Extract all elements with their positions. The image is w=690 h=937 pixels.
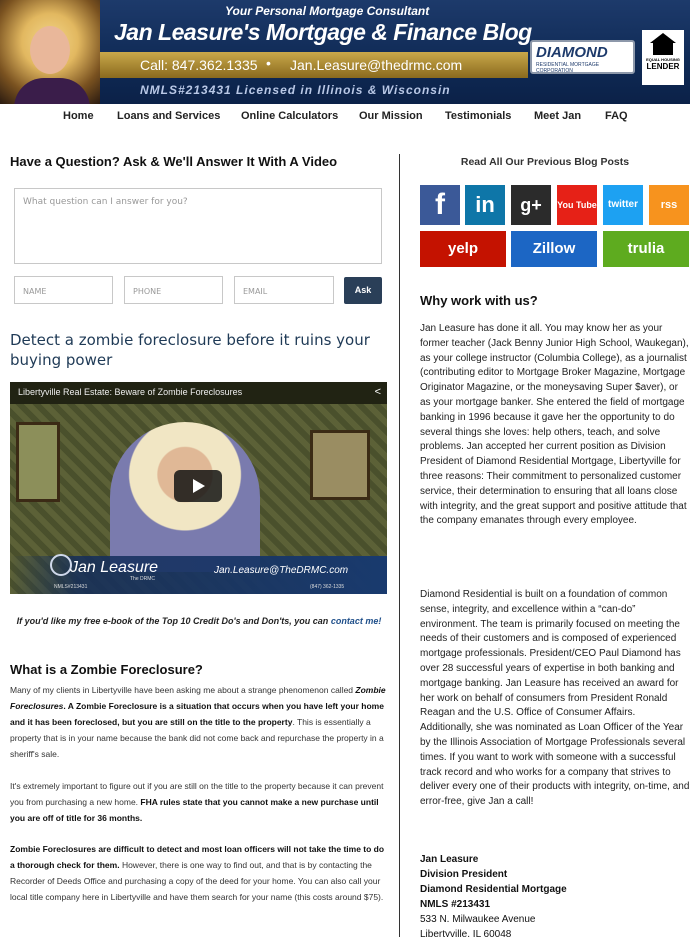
header-email[interactable]: Jan.Leasure@thedrmc.com [290, 57, 462, 73]
nav-testimonials[interactable]: Testimonials [445, 110, 511, 122]
nav-meet-jan[interactable]: Meet Jan [534, 110, 581, 122]
video-lower-email: Jan.Leasure@TheDRMC.com [214, 565, 349, 576]
trulia-icon[interactable]: trulia [603, 231, 689, 267]
why-heading: Why work with us? [420, 293, 538, 308]
section-heading: What is a Zombie Foreclosure? [10, 662, 203, 677]
equal-housing-line2: LENDER [646, 62, 680, 71]
paragraph-3: Zombie Foreclosures are difficult to det… [10, 841, 388, 905]
video-player[interactable]: Libertyville Real Estate: Beware of Zomb… [10, 382, 387, 594]
phone-field[interactable]: PHONE [124, 276, 223, 304]
play-button-icon[interactable] [174, 470, 222, 502]
column-divider [399, 154, 400, 937]
ebook-offer: If you'd like my free e-book of the Top … [10, 614, 388, 629]
nav-faq[interactable]: FAQ [605, 110, 628, 122]
video-wall-frame-right [310, 430, 370, 500]
paragraph-1: Many of my clients in Libertyville have … [10, 682, 388, 762]
main-nav: Home Loans and Services Online Calculato… [0, 104, 690, 132]
zillow-icon[interactable]: Zillow [511, 231, 597, 267]
header-nmls: NMLS#213431 Licensed in Illinois & Wisco… [140, 83, 451, 97]
photo-face [30, 26, 70, 74]
ebook-text: If you'd like my free e-book of the Top … [16, 616, 331, 626]
p1-text-a: Many of my clients in Libertyville have … [10, 685, 356, 695]
linkedin-icon[interactable]: in [465, 185, 505, 225]
header-title: Jan Leasure's Mortgage & Finance Blog [114, 19, 532, 45]
signature-name: Jan Leasure [420, 854, 479, 865]
equal-housing-logo: EQUAL HOUSING LENDER [642, 30, 684, 85]
googleplus-icon[interactable]: g+ [511, 185, 551, 225]
video-lower-phone: (847) 362-1335 [310, 584, 345, 590]
post-title[interactable]: Detect a zombie foreclosure before it ru… [10, 330, 390, 370]
contact-me-link[interactable]: contact me! [331, 616, 382, 626]
question-textarea[interactable]: What question can I answer for you? [14, 188, 382, 264]
twitter-icon[interactable]: twitter [603, 185, 643, 225]
video-lower-nmls: NMLS#213431 [54, 584, 88, 590]
signature-nmls: NMLS #213431 [420, 899, 491, 910]
signature-address-2: Libertyville, IL 60048 [420, 929, 512, 937]
facebook-icon[interactable]: f [420, 185, 460, 225]
nav-home[interactable]: Home [63, 110, 94, 122]
diamond-logo: DIAMOND RESIDENTIAL MORTGAGE CORPORATION [530, 40, 635, 74]
photo-body [14, 78, 90, 104]
header-banner: Your Personal Mortgage Consultant Jan Le… [0, 0, 690, 104]
nav-online-calculators[interactable]: Online Calculators [241, 110, 338, 122]
rss-icon[interactable]: rss [649, 185, 689, 225]
ask-button[interactable]: Ask [344, 277, 382, 304]
name-field[interactable]: NAME [14, 276, 113, 304]
diamond-logo-sub: RESIDENTIAL MORTGAGE CORPORATION [536, 62, 600, 74]
youtube-icon[interactable]: You Tube [557, 185, 597, 225]
paragraph-2: It's extremely important to figure out i… [10, 778, 388, 826]
nav-our-mission[interactable]: Our Mission [359, 110, 423, 122]
video-lower-sub: The DRMC [130, 576, 156, 582]
ask-heading: Have a Question? Ask & We'll Answer It W… [10, 154, 338, 169]
signature-title: Division President [420, 869, 508, 880]
why-paragraph-2: Diamond Residential is built on a founda… [420, 589, 690, 808]
diamond-logo-text: DIAMOND [536, 44, 608, 61]
header-photo [0, 0, 100, 104]
header-phone[interactable]: Call: 847.362.1335 [140, 57, 258, 73]
email-field[interactable]: EMAIL [234, 276, 334, 304]
nav-loans-and-services[interactable]: Loans and Services [117, 110, 220, 122]
video-title[interactable]: Libertyville Real Estate: Beware of Zomb… [18, 387, 242, 397]
why-paragraph-1: Jan Leasure has done it all. You may kno… [420, 323, 689, 527]
header-bullet: • [266, 55, 271, 71]
signature-company: Diamond Residential Mortgage [420, 884, 567, 895]
video-wall-frame-left [16, 422, 60, 502]
yelp-icon[interactable]: yelp [420, 231, 506, 267]
equal-housing-icon [650, 33, 676, 55]
signature-address-1: 533 N. Milwaukee Avenue [420, 914, 536, 925]
share-icon[interactable]: < [375, 386, 381, 398]
globe-icon [50, 554, 72, 576]
read-all-posts-link[interactable]: Read All Our Previous Blog Posts [400, 156, 690, 168]
video-lower-name: Jan Leasure [70, 559, 159, 576]
header-tagline: Your Personal Mortgage Consultant [225, 4, 430, 18]
